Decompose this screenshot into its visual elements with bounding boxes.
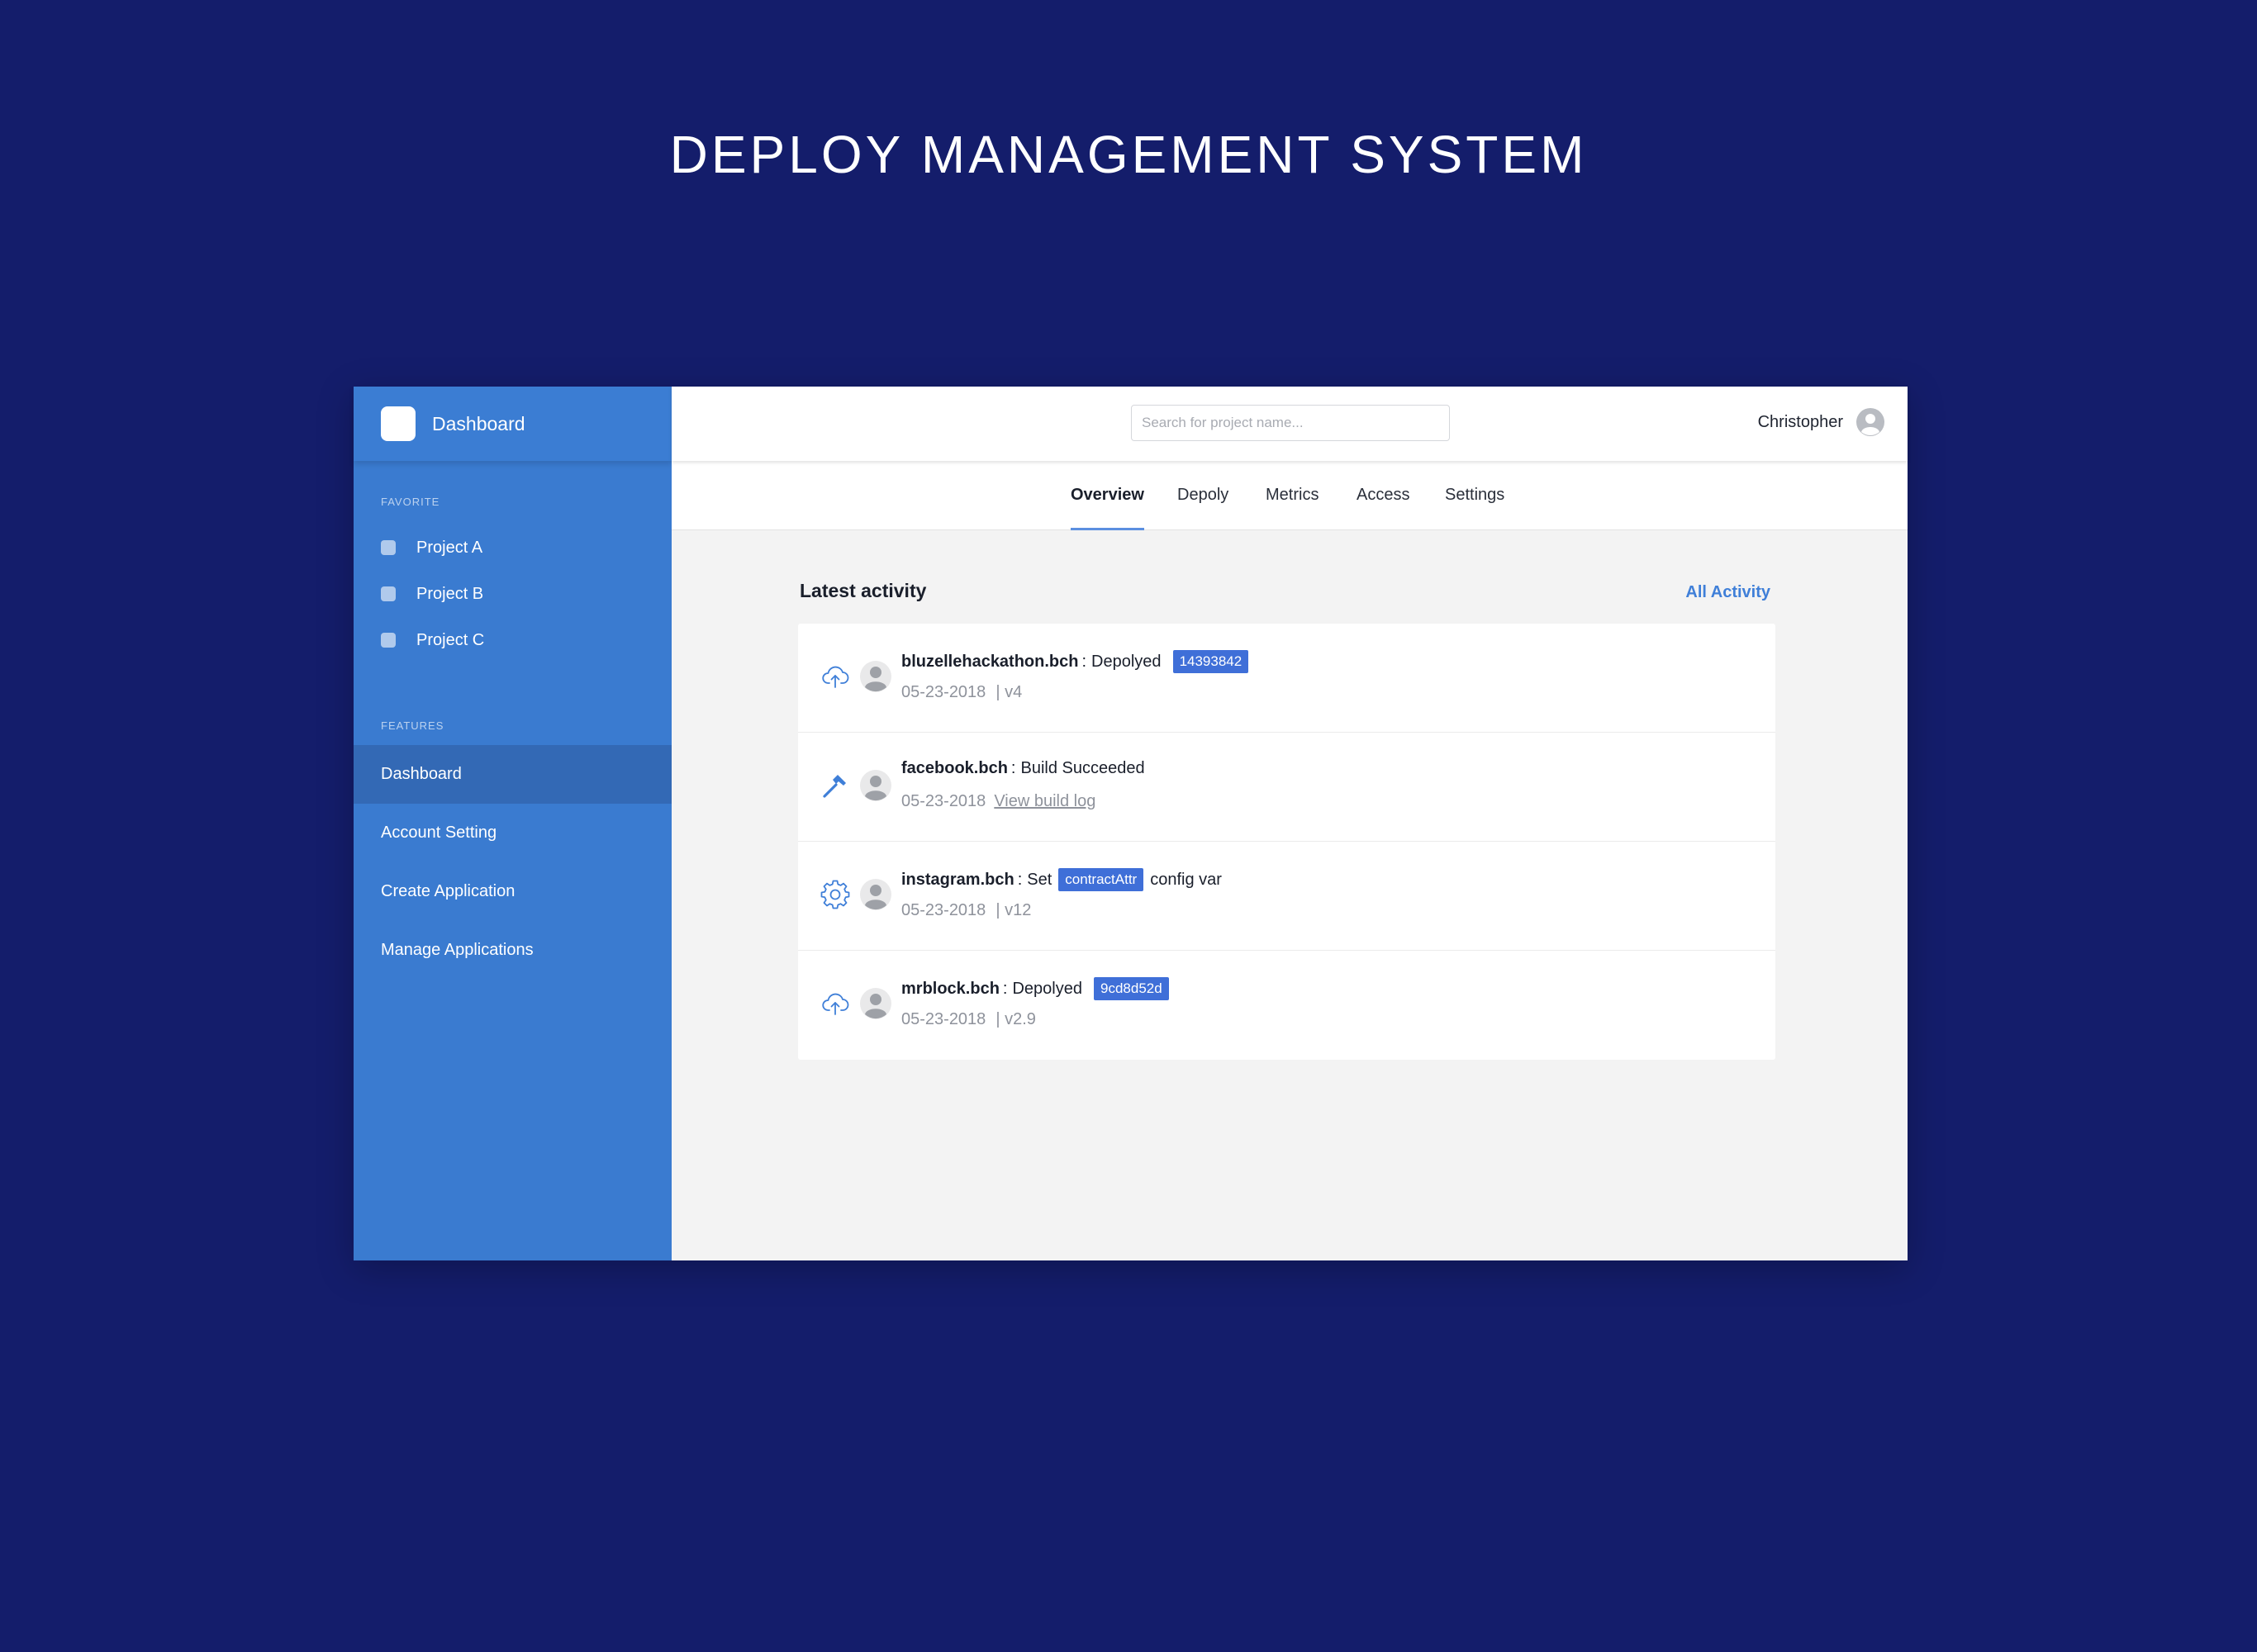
app-window: Dashboard FAVORITE Project A Project B P… bbox=[354, 387, 1908, 1260]
activity-summary: facebook.bch : Build Succeeded bbox=[901, 759, 1145, 778]
activity-row[interactable]: bluzellehackathon.bch : Depolyed 1439384… bbox=[798, 624, 1775, 733]
project-square-icon bbox=[381, 540, 396, 555]
brand-logo bbox=[381, 406, 416, 441]
favorite-item-label: Project B bbox=[416, 584, 484, 603]
separator: : bbox=[1017, 870, 1023, 889]
activity-date: 05-23-2018 bbox=[901, 901, 986, 919]
all-activity-link[interactable]: All Activity bbox=[1685, 583, 1770, 602]
separator: : bbox=[1081, 652, 1087, 671]
user-avatar-icon bbox=[860, 879, 891, 910]
activity-date: 05-23-2018 bbox=[901, 683, 986, 701]
project-name[interactable]: instagram.bch bbox=[901, 871, 1014, 890]
content-area: Latest activity All Activity bluzellehac… bbox=[672, 530, 1908, 1260]
favorite-item-label: Project A bbox=[416, 538, 483, 557]
hammer-icon bbox=[823, 775, 846, 798]
sidebar-item-manage-applications[interactable]: Manage Applications bbox=[354, 921, 672, 980]
main-panel: Christopher Overview Depoly Metrics Acce… bbox=[672, 387, 1908, 1260]
commit-badge[interactable]: 14393842 bbox=[1172, 650, 1249, 673]
favorite-list: Project A Project B Project C bbox=[354, 525, 672, 663]
activity-row[interactable]: facebook.bch : Build Succeeded 05-23-201… bbox=[798, 733, 1775, 842]
project-name[interactable]: facebook.bch bbox=[901, 759, 1008, 778]
separator: : bbox=[1002, 979, 1008, 998]
favorite-item-label: Project C bbox=[416, 630, 485, 649]
activity-meta: 05-23-2018 | v4 bbox=[901, 683, 1022, 702]
activity-row[interactable]: instagram.bch : Set contractAttr config … bbox=[798, 842, 1775, 951]
sidebar-item-account-setting[interactable]: Account Setting bbox=[354, 804, 672, 862]
tab-metrics[interactable]: Metrics bbox=[1266, 486, 1319, 530]
version-label: | v4 bbox=[995, 683, 1023, 701]
favorite-item-project-a[interactable]: Project A bbox=[354, 525, 672, 571]
user-avatar-icon bbox=[860, 661, 891, 692]
project-square-icon bbox=[381, 586, 396, 601]
activity-meta: 05-23-2018 | v2.9 bbox=[901, 1010, 1036, 1029]
commit-badge[interactable]: 9cd8d52d bbox=[1094, 977, 1169, 1000]
top-bar: Christopher bbox=[672, 387, 1908, 461]
activity-summary: bluzellehackathon.bch : Depolyed 1439384… bbox=[901, 650, 1249, 673]
sidebar-item-create-application[interactable]: Create Application bbox=[354, 862, 672, 921]
version-label: | v2.9 bbox=[995, 1010, 1036, 1028]
user-menu[interactable]: Christopher bbox=[1758, 408, 1884, 436]
user-avatar-icon bbox=[860, 770, 891, 801]
project-name[interactable]: bluzellehackathon.bch bbox=[901, 653, 1078, 672]
brand-header[interactable]: Dashboard bbox=[354, 387, 672, 461]
activity-action: Set bbox=[1027, 870, 1052, 889]
view-build-log-link[interactable]: View build log bbox=[994, 792, 1095, 811]
tab-access[interactable]: Access bbox=[1357, 486, 1409, 530]
activity-summary: mrblock.bch : Depolyed 9cd8d52d bbox=[901, 977, 1169, 1000]
tab-bar: Overview Depoly Metrics Access Settings bbox=[672, 461, 1908, 530]
activity-summary: instagram.bch : Set contractAttr config … bbox=[901, 868, 1222, 891]
user-name: Christopher bbox=[1757, 412, 1843, 431]
favorite-item-project-b[interactable]: Project B bbox=[354, 571, 672, 617]
sidebar-nav: Dashboard Account Setting Create Applica… bbox=[354, 745, 672, 980]
version-label: | v12 bbox=[995, 901, 1032, 919]
tab-settings[interactable]: Settings bbox=[1445, 486, 1504, 530]
activity-date: 05-23-2018 bbox=[901, 792, 986, 810]
favorite-section-label: FAVORITE bbox=[381, 496, 440, 508]
activity-suffix: config var bbox=[1150, 870, 1222, 889]
user-avatar-icon bbox=[1856, 408, 1884, 436]
activity-row[interactable]: mrblock.bch : Depolyed 9cd8d52d 05-23-20… bbox=[798, 951, 1775, 1060]
config-var-badge[interactable]: contractAttr bbox=[1058, 868, 1144, 891]
favorite-item-project-c[interactable]: Project C bbox=[354, 617, 672, 663]
project-name[interactable]: mrblock.bch bbox=[901, 980, 1000, 999]
activity-list: bluzellehackathon.bch : Depolyed 1439384… bbox=[798, 624, 1775, 1060]
cloud-upload-icon bbox=[822, 993, 849, 1015]
activity-action: Depolyed bbox=[1012, 979, 1082, 998]
page-title: DEPLOY MANAGEMENT SYSTEM bbox=[669, 125, 1588, 184]
user-avatar-icon bbox=[860, 988, 891, 1019]
sidebar-item-dashboard[interactable]: Dashboard bbox=[354, 745, 672, 804]
latest-activity-title: Latest activity bbox=[800, 580, 927, 601]
tab-overview[interactable]: Overview bbox=[1071, 486, 1144, 530]
activity-meta: 05-23-2018 | v12 bbox=[901, 901, 1031, 920]
features-section-label: FEATURES bbox=[381, 719, 444, 732]
project-square-icon bbox=[381, 633, 396, 648]
activity-action: Depolyed bbox=[1091, 652, 1162, 671]
search-input[interactable] bbox=[1131, 405, 1450, 441]
activity-action: Build Succeeded bbox=[1020, 759, 1145, 777]
tab-depoly[interactable]: Depoly bbox=[1177, 486, 1228, 530]
separator: : bbox=[1010, 759, 1016, 777]
sidebar: Dashboard FAVORITE Project A Project B P… bbox=[354, 387, 672, 1260]
cloud-upload-icon bbox=[822, 666, 849, 688]
activity-meta: 05-23-2018 View build log bbox=[901, 792, 1095, 811]
brand-label: Dashboard bbox=[432, 412, 525, 434]
activity-date: 05-23-2018 bbox=[901, 1010, 986, 1028]
gear-icon bbox=[820, 880, 850, 909]
